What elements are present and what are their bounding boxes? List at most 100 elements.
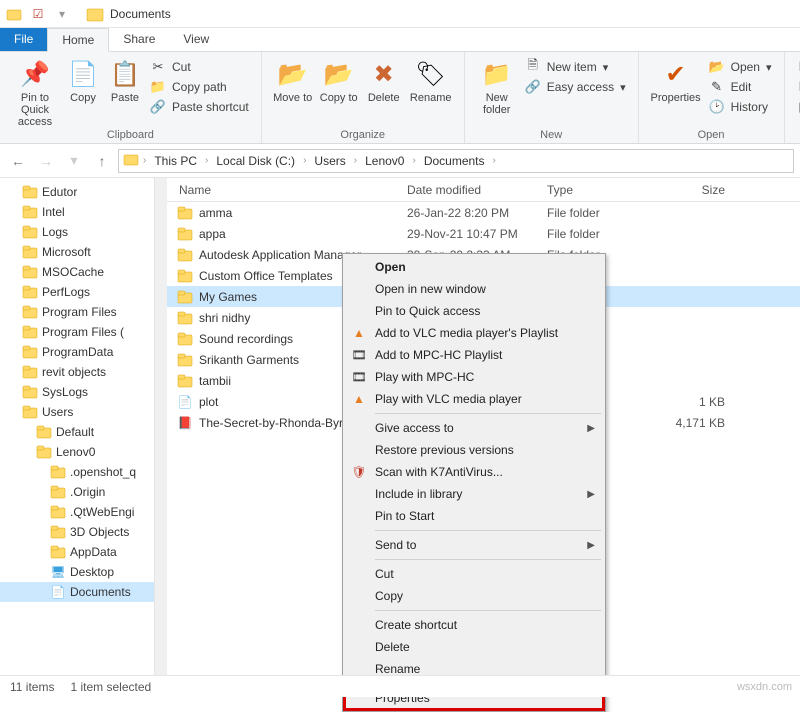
breadcrumb[interactable]: This PC (150, 154, 201, 168)
tree-item[interactable]: MSOCache (0, 262, 154, 282)
tab-home[interactable]: Home (47, 28, 109, 52)
tree-item[interactable]: revit objects (0, 362, 154, 382)
ctx-open[interactable]: Open (345, 256, 603, 278)
ctx-vlc-playlist[interactable]: ▲Add to VLC media player's Playlist (345, 322, 603, 344)
tree-item[interactable]: .QtWebEngi (0, 502, 154, 522)
tree-item[interactable]: Program Files ( (0, 322, 154, 342)
new-folder-button[interactable]: 📁New folder (473, 56, 521, 116)
list-row[interactable]: appa29-Nov-21 10:47 PMFile folder (167, 223, 800, 244)
tree-item[interactable]: Microsoft (0, 242, 154, 262)
forward-button[interactable]: → (34, 149, 58, 173)
tree-item-label: .openshot_q (70, 465, 136, 479)
delete-button[interactable]: ✖Delete (362, 56, 406, 104)
tree-scrollbar[interactable] (155, 178, 167, 678)
tree-item[interactable]: Users (0, 402, 154, 422)
folder-icon (22, 364, 38, 380)
cut-button[interactable]: ✂Cut (146, 58, 253, 76)
tree-item[interactable]: 🖥Desktop (0, 562, 154, 582)
folder-icon (22, 264, 38, 280)
address-bar[interactable]: › This PC› Local Disk (C:)› Users› Lenov… (118, 149, 794, 173)
easy-access-button[interactable]: 🔗Easy access ▾ (521, 78, 630, 96)
invert-selection-button[interactable]: ◫Invert selection (793, 98, 800, 116)
tree-item[interactable]: Logs (0, 222, 154, 242)
ctx-scan-antivirus[interactable]: 🛡Scan with K7AntiVirus... (345, 461, 603, 483)
tree-item[interactable]: Default (0, 422, 154, 442)
column-name[interactable]: Name (167, 183, 407, 197)
open-button[interactable]: 📂Open ▾ (705, 58, 776, 76)
qat-dropdown-icon[interactable]: ▾ (52, 4, 72, 24)
list-row[interactable]: amma26-Jan-22 8:20 PMFile folder (167, 202, 800, 223)
select-all-button[interactable]: ☑Select all (793, 58, 800, 76)
ctx-send-to[interactable]: Send to▶ (345, 534, 603, 556)
paste-shortcut-button[interactable]: 🔗Paste shortcut (146, 98, 253, 116)
chevron-right-icon[interactable]: › (491, 155, 498, 166)
qat-properties-icon[interactable]: ☑ (28, 4, 48, 24)
copy-path-button[interactable]: 📁Copy path (146, 78, 253, 96)
tree-item-label: Lenov0 (56, 445, 95, 459)
ctx-create-shortcut[interactable]: Create shortcut (345, 614, 603, 636)
chevron-right-icon[interactable]: › (203, 155, 210, 166)
tree-item[interactable]: Intel (0, 202, 154, 222)
tree-item[interactable]: 3D Objects (0, 522, 154, 542)
column-date[interactable]: Date modified (407, 183, 547, 197)
tab-share[interactable]: Share (109, 28, 169, 51)
tab-view[interactable]: View (169, 28, 223, 51)
ctx-open-new-window[interactable]: Open in new window (345, 278, 603, 300)
select-none-button[interactable]: ☐Select none (793, 78, 800, 96)
properties-button[interactable]: ✔Properties (647, 56, 705, 104)
ctx-include-library[interactable]: Include in library▶ (345, 483, 603, 505)
tree-item[interactable]: SysLogs (0, 382, 154, 402)
tab-file[interactable]: File (0, 28, 47, 51)
tree-item[interactable]: Program Files (0, 302, 154, 322)
back-button[interactable]: ← (6, 149, 30, 173)
breadcrumb[interactable]: Local Disk (C:) (212, 154, 299, 168)
edit-button[interactable]: ✎Edit (705, 78, 776, 96)
ctx-play-vlc[interactable]: ▲Play with VLC media player (345, 388, 603, 410)
file-type: File folder (547, 206, 655, 220)
rename-button[interactable]: 🏷Rename (406, 56, 456, 104)
file-name: amma (199, 206, 407, 220)
breadcrumb[interactable]: Users (310, 154, 349, 168)
ctx-pin-quick-access[interactable]: Pin to Quick access (345, 300, 603, 322)
tree-item-label: Desktop (70, 565, 114, 579)
ctx-delete[interactable]: Delete (345, 636, 603, 658)
ctx-play-mpc[interactable]: 🎞Play with MPC-HC (345, 366, 603, 388)
pin-quick-access-button[interactable]: 📌 Pin to Quick access (8, 56, 62, 128)
tree-item[interactable]: Edutor (0, 182, 154, 202)
tree-item[interactable]: PerfLogs (0, 282, 154, 302)
copy-button[interactable]: 📄 Copy (62, 56, 104, 104)
breadcrumb[interactable]: Lenov0 (361, 154, 408, 168)
new-item-button[interactable]: 🗎New item ▾ (521, 58, 630, 76)
file-icon (177, 247, 193, 263)
tree-item[interactable]: .openshot_q (0, 462, 154, 482)
ctx-give-access[interactable]: Give access to▶ (345, 417, 603, 439)
column-size[interactable]: Size (655, 183, 737, 197)
folder-icon (22, 384, 38, 400)
paste-button[interactable]: 📋 Paste (104, 56, 146, 104)
nav-tree[interactable]: EdutorIntelLogsMicrosoftMSOCachePerfLogs… (0, 178, 155, 678)
chevron-right-icon[interactable]: › (301, 155, 308, 166)
list-header[interactable]: Name Date modified Type Size (167, 178, 800, 202)
chevron-right-icon[interactable]: › (410, 155, 417, 166)
chevron-right-icon[interactable]: › (141, 155, 148, 166)
tree-item[interactable]: 📄Documents (0, 582, 154, 602)
ctx-cut[interactable]: Cut (345, 563, 603, 585)
ctx-mpc-playlist[interactable]: 🎞Add to MPC-HC Playlist (345, 344, 603, 366)
copy-to-button[interactable]: 📂Copy to (316, 56, 362, 104)
column-type[interactable]: Type (547, 183, 655, 197)
folder-icon (36, 444, 52, 460)
ctx-restore-versions[interactable]: Restore previous versions (345, 439, 603, 461)
tree-item[interactable]: ProgramData (0, 342, 154, 362)
tree-item[interactable]: Lenov0 (0, 442, 154, 462)
tree-item[interactable]: .Origin (0, 482, 154, 502)
chevron-right-icon[interactable]: › (352, 155, 359, 166)
move-to-button[interactable]: 📂Move to (270, 56, 316, 104)
tree-item[interactable]: AppData (0, 542, 154, 562)
delete-icon: ✖ (368, 58, 400, 90)
history-button[interactable]: 🕑History (705, 98, 776, 116)
breadcrumb[interactable]: Documents (420, 154, 489, 168)
ctx-pin-start[interactable]: Pin to Start (345, 505, 603, 527)
ctx-copy[interactable]: Copy (345, 585, 603, 607)
recent-dropdown[interactable]: ▾ (62, 149, 86, 173)
up-button[interactable]: ↑ (90, 149, 114, 173)
